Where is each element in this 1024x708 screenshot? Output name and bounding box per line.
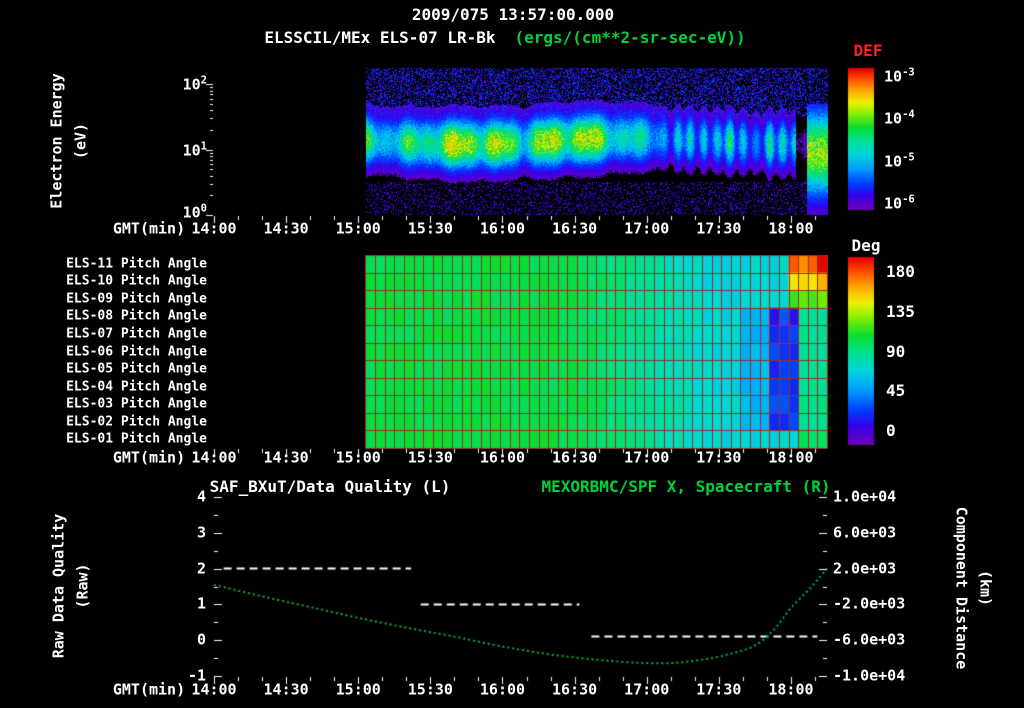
pitch-row-label: ELS-03 Pitch Angle (66, 396, 207, 412)
pitch-row-label: ELS-05 Pitch Angle (66, 361, 207, 377)
x-tick-label: 14:30 (263, 448, 309, 467)
distance-tick-label: 6.0e+03 (833, 523, 897, 542)
x-tick-label: 14:00 (191, 680, 237, 699)
def-tick-label: 10-3 (884, 66, 915, 86)
x-tick-label: 17:30 (696, 219, 742, 238)
pitch-row-label: ELS-02 Pitch Angle (66, 414, 207, 430)
pitch-row-label: ELS-07 Pitch Angle (66, 326, 207, 342)
x-tick-label: 15:00 (335, 448, 381, 467)
bottom-title-left: SAF_BXuT/Data Quality (L) (209, 477, 451, 496)
x-tick-label: 15:30 (407, 448, 453, 467)
x-tick-label: 17:30 (696, 448, 742, 467)
quality-axis-label: Raw Data Quality (49, 513, 68, 659)
x-tick-label: 15:00 (335, 680, 381, 699)
distance-axis-label: Component Distance (952, 506, 971, 670)
quality-tick-label: 1 (196, 594, 206, 613)
deg-tick-label: 180 (886, 262, 915, 281)
pitch-row-label: ELS-09 Pitch Angle (66, 291, 207, 307)
subtitle: ELSSCIL/MEx ELS-07 LR-Bk (ergs/(cm**2-sr-… (264, 30, 745, 46)
quality-tick-label: -1 (187, 666, 206, 685)
x-tick-label: 18:00 (768, 219, 814, 238)
quality-tick-label: 4 (196, 487, 206, 506)
distance-tick-label: -1.0e+04 (833, 666, 906, 685)
instrument-label: ELSSCIL/MEx ELS-07 LR-Bk (264, 28, 496, 47)
deg-tick-label: 0 (886, 421, 896, 440)
x-tick-label: 15:00 (335, 219, 381, 238)
page-title: 2009/075 13:57:00.000 (411, 5, 615, 24)
bottom-title-right: MEXORBMC/SPF X, Spacecraft (R) (541, 477, 831, 496)
pitch-row-label: ELS-11 Pitch Angle (66, 256, 207, 272)
pitch-row-label: ELS-06 Pitch Angle (66, 344, 207, 359)
def-tick-label: 10-6 (884, 193, 915, 213)
spec-y-axis-label: Electron Energy (47, 73, 66, 209)
quality-tick-label: 0 (196, 630, 206, 649)
x-tick-label: 15:30 (407, 219, 453, 238)
x-tick-label: 17:00 (624, 219, 670, 238)
def-colorbar-title: DEF (853, 41, 883, 60)
pitch-row-label: ELS-04 Pitch Angle (66, 379, 207, 395)
x-tick-label: 18:00 (768, 448, 814, 467)
x-tick-label: 17:00 (624, 680, 670, 699)
x-tick-label: 16:30 (552, 680, 598, 699)
x-tick-label: 15:30 (407, 680, 453, 699)
x-tick-label: 16:30 (552, 219, 598, 238)
x-tick-label: 18:00 (768, 680, 814, 699)
x-tick-label: 16:00 (479, 680, 526, 699)
x-tick-label: 14:30 (263, 680, 309, 699)
x-tick-label: 14:00 (191, 219, 237, 238)
units-label: (ergs/(cm**2-sr-sec-eV)) (514, 28, 746, 47)
gmt-axis-label-1: GMT(min) (112, 219, 186, 238)
x-tick-label: 14:00 (191, 448, 237, 467)
def-tick-label: 10-4 (884, 108, 915, 128)
deg-colorbar-title: Deg (851, 236, 881, 255)
distance-axis-units: (km) (976, 569, 995, 607)
energy-tick-label: 101 (182, 140, 207, 160)
els-quicklook-screen: 2009/075 13:57:00.000 ELSSCIL/MEx ELS-07… (0, 0, 1024, 708)
deg-tick-label: 135 (886, 301, 915, 321)
distance-tick-label: 2.0e+03 (833, 559, 897, 578)
spec-y-axis-units: (eV) (71, 122, 90, 160)
x-tick-label: 17:30 (696, 680, 742, 699)
x-tick-label: 16:30 (552, 448, 598, 467)
pitch-row-label: ELS-01 Pitch Angle (66, 431, 207, 447)
energy-tick-label: 100 (182, 202, 207, 222)
gmt-axis-label-2: GMT(min) (112, 448, 186, 467)
x-tick-label: 16:00 (479, 219, 526, 238)
pitch-row-label: ELS-10 Pitch Angle (66, 273, 207, 289)
quality-tick-label: 3 (196, 523, 206, 542)
quality-tick-label: 2 (196, 559, 206, 578)
quality-axis-units: (Raw) (73, 563, 92, 609)
gmt-axis-label-3: GMT(min) (112, 680, 186, 699)
x-tick-label: 16:00 (479, 448, 526, 467)
def-tick-label: 10-5 (884, 151, 915, 171)
distance-tick-label: -6.0e+03 (833, 630, 906, 649)
distance-tick-label: 1.0e+04 (833, 487, 897, 506)
deg-tick-label: 45 (886, 381, 906, 401)
x-tick-label: 17:00 (624, 448, 670, 467)
distance-tick-label: -2.0e+03 (833, 594, 906, 613)
x-tick-label: 14:30 (263, 219, 309, 238)
energy-tick-label: 102 (182, 74, 207, 94)
deg-tick-label: 90 (886, 341, 906, 361)
pitch-row-label: ELS-08 Pitch Angle (66, 308, 207, 324)
